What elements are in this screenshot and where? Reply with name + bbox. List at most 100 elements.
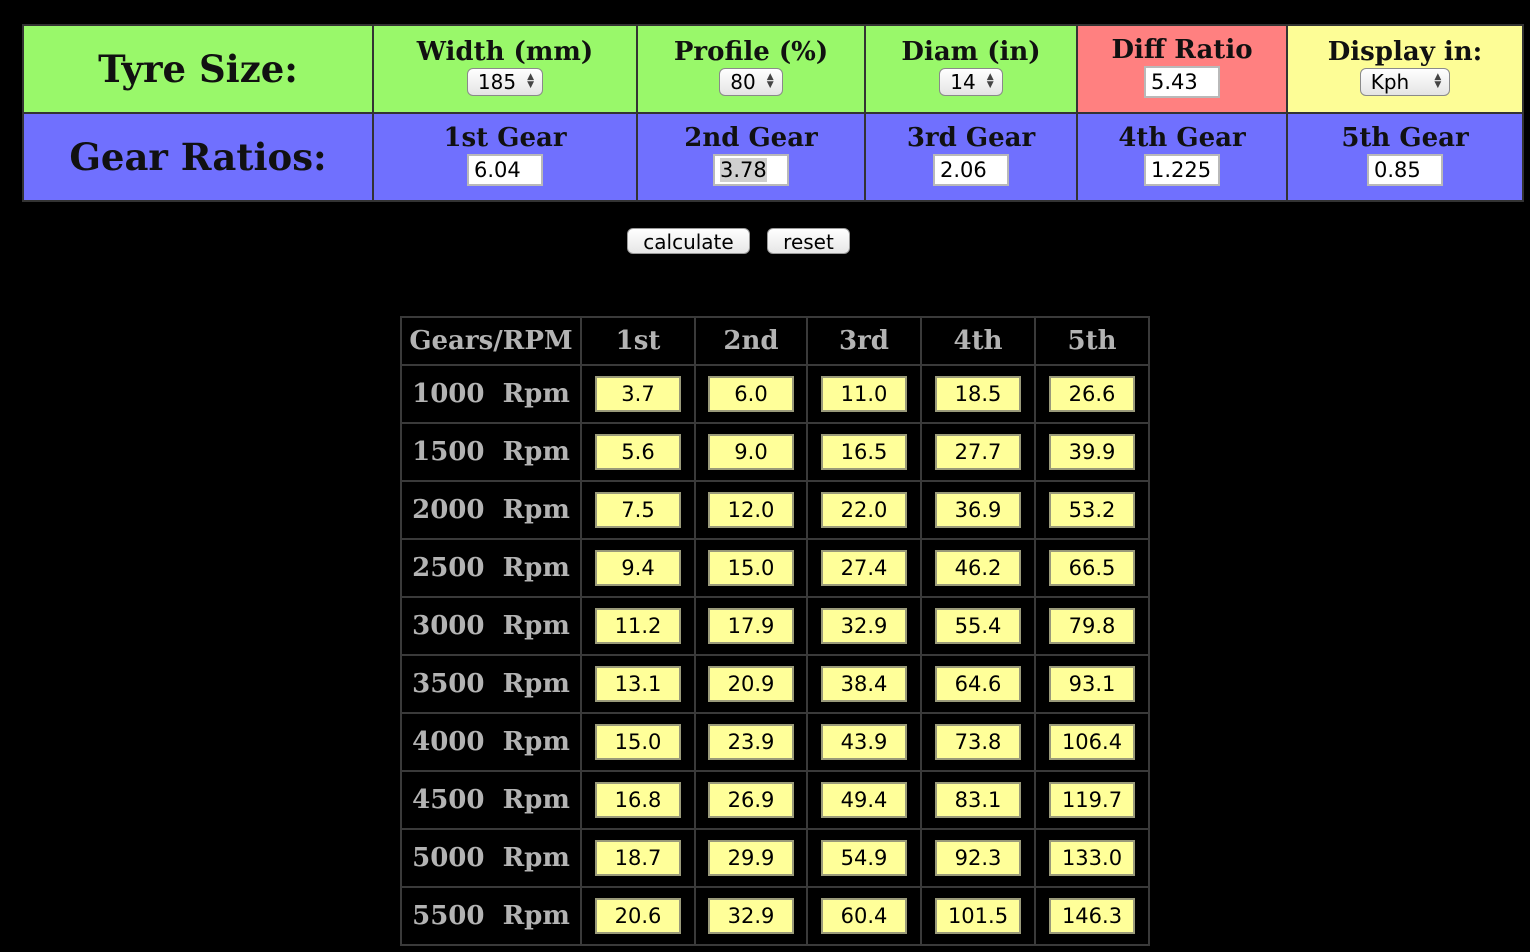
calculate-button[interactable]: calculate (627, 228, 750, 254)
reset-button[interactable]: reset (767, 228, 850, 254)
speed-output-field[interactable]: 46.2 (935, 550, 1021, 586)
speed-output-field[interactable]: 17.9 (708, 608, 794, 644)
speed-output-field[interactable]: 16.8 (595, 782, 681, 818)
gear-3-cell: 3rd Gear 2.06 (864, 112, 1078, 202)
speed-output-field[interactable]: 60.4 (821, 898, 907, 934)
speed-output-field[interactable]: 92.3 (935, 840, 1021, 876)
header-2nd: 2nd (694, 316, 808, 366)
speed-output-field[interactable]: 73.8 (935, 724, 1021, 760)
diameter-select[interactable]: 14 ▲ ▼ (939, 68, 1003, 96)
width-cell: Width (mm) 185 ▲ ▼ (372, 24, 638, 114)
rpm-label: 2500 Rpm (400, 538, 582, 598)
speed-output-field[interactable]: 20.6 (595, 898, 681, 934)
speed-output-field[interactable]: 16.5 (821, 434, 907, 470)
speed-output-field[interactable]: 64.6 (935, 666, 1021, 702)
speed-cell: 60.4 (806, 886, 922, 946)
gear-4-input[interactable]: 1.225 (1144, 154, 1220, 186)
speed-output-field[interactable]: 79.8 (1049, 608, 1135, 644)
speed-output-field[interactable]: 43.9 (821, 724, 907, 760)
table-row: 1500 Rpm 5.6 9.0 16.5 27.7 39.9 (400, 422, 1150, 482)
speed-output-field[interactable]: 39.9 (1049, 434, 1135, 470)
speed-cell: 101.5 (920, 886, 1036, 946)
gear-5-input[interactable]: 0.85 (1367, 154, 1443, 186)
header-4th: 4th (920, 316, 1036, 366)
speed-cell: 9.0 (694, 422, 808, 482)
speed-output-field[interactable]: 26.6 (1049, 376, 1135, 412)
speed-output-field[interactable]: 32.9 (708, 898, 794, 934)
speed-output-field[interactable]: 9.0 (708, 434, 794, 470)
speed-cell: 18.5 (920, 364, 1036, 424)
speed-cell: 119.7 (1034, 770, 1150, 830)
speed-output-field[interactable]: 23.9 (708, 724, 794, 760)
speed-output-field[interactable]: 22.0 (821, 492, 907, 528)
speed-cell: 66.5 (1034, 538, 1150, 598)
speed-output-field[interactable]: 32.9 (821, 608, 907, 644)
speed-output-field[interactable]: 146.3 (1049, 898, 1135, 934)
speed-cell: 133.0 (1034, 828, 1150, 888)
gear-3-input[interactable]: 2.06 (933, 154, 1009, 186)
speed-output-field[interactable]: 106.4 (1049, 724, 1135, 760)
speed-output-field[interactable]: 5.6 (595, 434, 681, 470)
speed-output-field[interactable]: 54.9 (821, 840, 907, 876)
speed-output-field[interactable]: 27.4 (821, 550, 907, 586)
width-select[interactable]: 185 ▲ ▼ (466, 68, 544, 96)
speed-output-field[interactable]: 11.2 (595, 608, 681, 644)
speed-cell: 11.0 (806, 364, 922, 424)
select-arrows-icon: ▲ ▼ (527, 72, 535, 90)
gear-5-label: 5th Gear (1341, 123, 1469, 153)
rpm-label: 2000 Rpm (400, 480, 582, 540)
speed-output-field[interactable]: 53.2 (1049, 492, 1135, 528)
speed-output-field[interactable]: 18.5 (935, 376, 1021, 412)
speed-output-field[interactable]: 29.9 (708, 840, 794, 876)
speed-output-field[interactable]: 18.7 (595, 840, 681, 876)
speed-output-field[interactable]: 15.0 (595, 724, 681, 760)
gear-2-cell: 2nd Gear 3.78 (636, 112, 866, 202)
table-row: 1000 Rpm 3.7 6.0 11.0 18.5 26.6 (400, 364, 1150, 424)
speed-output-field[interactable]: 101.5 (935, 898, 1021, 934)
gear-2-input[interactable]: 3.78 (713, 154, 789, 186)
speed-cell: 11.2 (580, 596, 696, 656)
speed-cell: 53.2 (1034, 480, 1150, 540)
speed-cell: 9.4 (580, 538, 696, 598)
speed-output-field[interactable]: 15.0 (708, 550, 794, 586)
speed-output-field[interactable]: 20.9 (708, 666, 794, 702)
speed-output-field[interactable]: 49.4 (821, 782, 907, 818)
speed-output-field[interactable]: 26.9 (708, 782, 794, 818)
speed-output-field[interactable]: 55.4 (935, 608, 1021, 644)
speed-output-field[interactable]: 6.0 (708, 376, 794, 412)
gear-2-input-value: 3.78 (720, 158, 767, 182)
speed-output-field[interactable]: 11.0 (821, 376, 907, 412)
diff-ratio-label: Diff Ratio (1111, 35, 1253, 65)
results-header-row: Gears/RPM 1st 2nd 3rd 4th 5th (400, 316, 1150, 366)
speed-output-field[interactable]: 133.0 (1049, 840, 1135, 876)
speed-cell: 49.4 (806, 770, 922, 830)
speed-results-table: Gears/RPM 1st 2nd 3rd 4th 5th 1000 Rpm 3.… (400, 316, 1150, 946)
speed-output-field[interactable]: 38.4 (821, 666, 907, 702)
speed-output-field[interactable]: 9.4 (595, 550, 681, 586)
speed-output-field[interactable]: 13.1 (595, 666, 681, 702)
select-arrows-icon: ▲ ▼ (986, 72, 994, 90)
speed-output-field[interactable]: 83.1 (935, 782, 1021, 818)
speed-output-field[interactable]: 7.5 (595, 492, 681, 528)
width-select-value: 185 (477, 70, 517, 94)
table-row: 2500 Rpm 9.4 15.0 27.4 46.2 66.5 (400, 538, 1150, 598)
table-row: 3500 Rpm 13.1 20.9 38.4 64.6 93.1 (400, 654, 1150, 714)
rpm-label: 1000 Rpm (400, 364, 582, 424)
speed-output-field[interactable]: 119.7 (1049, 782, 1135, 818)
display-unit-select[interactable]: Kph ▲ ▼ (1359, 68, 1451, 96)
rpm-label: 4000 Rpm (400, 712, 582, 772)
speed-cell: 27.7 (920, 422, 1036, 482)
diff-ratio-input[interactable]: 5.43 (1144, 66, 1220, 98)
speed-output-field[interactable]: 3.7 (595, 376, 681, 412)
gear-1-input[interactable]: 6.04 (467, 154, 543, 186)
gear-ratios-row: Gear Ratios: 1st Gear 6.04 2nd Gear 3.78… (22, 112, 1524, 202)
speed-output-field[interactable]: 93.1 (1049, 666, 1135, 702)
profile-select[interactable]: 80 ▲ ▼ (719, 68, 783, 96)
speed-output-field[interactable]: 12.0 (708, 492, 794, 528)
speed-output-field[interactable]: 36.9 (935, 492, 1021, 528)
speed-output-field[interactable]: 66.5 (1049, 550, 1135, 586)
select-arrows-icon: ▲ ▼ (766, 72, 774, 90)
width-label: Width (mm) (416, 37, 594, 67)
speed-output-field[interactable]: 27.7 (935, 434, 1021, 470)
speed-cell: 64.6 (920, 654, 1036, 714)
